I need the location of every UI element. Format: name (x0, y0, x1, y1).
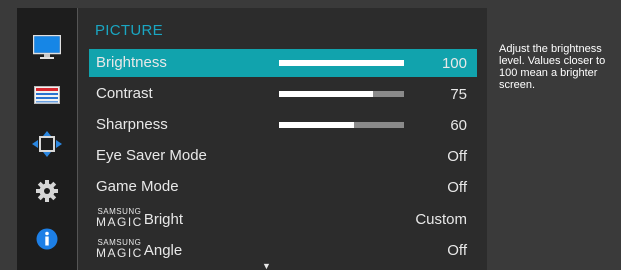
brightness-slider[interactable] (279, 60, 404, 66)
menu-list-icon (34, 86, 60, 104)
sharpness-slider[interactable] (279, 122, 404, 128)
menu-item-value: 100 (441, 55, 467, 72)
brightness-slider-fill (279, 60, 404, 66)
position-arrows-icon (32, 131, 62, 157)
menu-title: PICTURE (95, 22, 163, 39)
menu-item-value: 75 (450, 86, 467, 103)
picture-menu-panel: PICTURE Brightness 100 Contrast 75 Sharp… (77, 8, 489, 271)
menu-item-value: Off (447, 148, 467, 165)
menu-item-game-mode[interactable]: Game Mode Off (89, 173, 477, 201)
monitor-icon (33, 35, 61, 59)
category-screen-adjustment[interactable] (17, 125, 77, 163)
menu-item-sharpness[interactable]: Sharpness 60 (89, 111, 477, 139)
help-text: Adjust the brightness level. Values clos… (499, 43, 606, 91)
category-sidebar (17, 8, 77, 270)
osd-window: PICTURE Brightness 100 Contrast 75 Sharp… (0, 0, 621, 271)
menu-item-magic-bright[interactable]: SAMSUNG MAGIC Bright Custom (89, 205, 477, 233)
help-panel: Adjust the brightness level. Values clos… (487, 8, 621, 270)
menu-item-value: 60 (450, 117, 467, 134)
category-onscreen-display[interactable] (17, 76, 77, 114)
category-system[interactable] (17, 172, 77, 210)
category-picture[interactable] (17, 28, 77, 66)
menu-item-label: SAMSUNG MAGIC Angle (96, 238, 183, 260)
menu-item-magic-angle[interactable]: SAMSUNG MAGIC Angle Off (89, 236, 477, 264)
menu-item-value: Custom (415, 211, 467, 228)
category-information[interactable] (17, 220, 77, 258)
menu-item-contrast[interactable]: Contrast 75 (89, 80, 477, 108)
samsung-magic-logo: SAMSUNG MAGIC (96, 238, 143, 260)
menu-item-value: Off (447, 179, 467, 196)
menu-item-label: Brightness (96, 54, 167, 71)
menu-item-label: Game Mode (96, 178, 179, 195)
menu-item-label: Sharpness (96, 116, 168, 133)
menu-item-label: Eye Saver Mode (96, 147, 207, 164)
info-icon (36, 228, 58, 250)
gear-icon (36, 180, 58, 202)
samsung-magic-logo: SAMSUNG MAGIC (96, 207, 143, 229)
contrast-slider[interactable] (279, 91, 404, 97)
menu-item-value: Off (447, 242, 467, 259)
sharpness-slider-fill (279, 122, 354, 128)
contrast-slider-fill (279, 91, 373, 97)
scroll-down-indicator: ▼ (262, 261, 271, 271)
menu-item-label: SAMSUNG MAGIC Bright (96, 207, 184, 229)
menu-item-brightness[interactable]: Brightness 100 (89, 49, 477, 77)
menu-item-eye-saver-mode[interactable]: Eye Saver Mode Off (89, 142, 477, 170)
menu-item-label: Contrast (96, 85, 153, 102)
